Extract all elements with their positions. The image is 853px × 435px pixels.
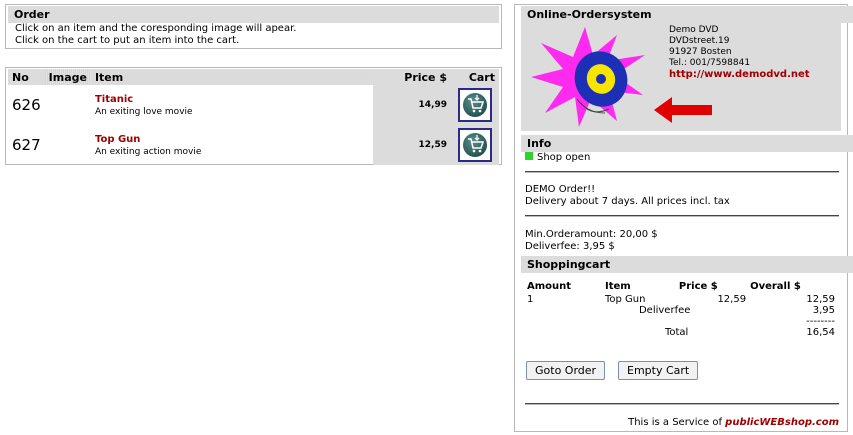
order-title: Order: [8, 6, 499, 23]
dvd-logo-icon: [531, 27, 645, 127]
shop-info-panel: Online-Ordersystem Demo DVD DVDstreet.19…: [514, 4, 853, 432]
instruction-line-1: Click on an item and the coresponding im…: [15, 23, 297, 34]
cart-row: 1 Top Gun 12,59 12,59: [525, 294, 837, 305]
footer-credit: This is a Service of publicWEBshop.com: [525, 417, 839, 428]
col-cart: Cart: [468, 70, 495, 84]
shop-status-text: Shop open: [537, 152, 591, 163]
delivery-notice: Delivery about 7 days. All prices incl. …: [525, 196, 730, 207]
cart-separator-row: --------: [525, 316, 837, 327]
company-address: Demo DVD DVDstreet.19 91927 Bosten Tel.:…: [669, 25, 810, 80]
order-instructions-panel: Order Click on an item and the corespond…: [5, 4, 502, 49]
cart-total-value: 16,54: [806, 327, 835, 338]
brand-part-3: shop.com: [784, 417, 839, 428]
item-number: 626: [12, 96, 41, 114]
company-phone: Tel.: 001/7598841: [669, 58, 751, 68]
col-image: Image: [48, 70, 87, 84]
cart-amount: 1: [527, 294, 534, 305]
cart-item-price: 12,59: [717, 294, 747, 305]
col-item: Item: [94, 70, 124, 84]
item-name-link[interactable]: Titanic: [95, 93, 369, 106]
cart-header: Amount Item Price $ Overall $: [525, 278, 837, 294]
cart-deliverfee-value: 3,95: [812, 305, 835, 316]
divider: [525, 215, 839, 217]
company-street: DVDstreet.19: [669, 36, 730, 46]
shop-title: Online-Ordersystem: [521, 6, 853, 23]
item-cell[interactable]: Top Gun An exiting action movie: [91, 125, 373, 165]
add-to-cart-cell: [451, 85, 499, 125]
company-name: Demo DVD: [669, 25, 719, 35]
add-to-cart-button[interactable]: [458, 128, 492, 162]
shop-status: Shop open: [525, 152, 590, 164]
goto-order-button[interactable]: Goto Order: [526, 361, 606, 380]
col-price: Price $: [404, 70, 447, 84]
divider: [525, 403, 839, 405]
cart-glyph: [468, 135, 485, 153]
empty-cart-button[interactable]: Empty Cart: [618, 361, 699, 380]
demo-notice: DEMO Order!!: [525, 184, 596, 195]
add-to-cart-button[interactable]: [458, 88, 492, 122]
min-order-amount: Min.Orderamount: 20,00 $: [525, 229, 658, 240]
cart-total-row: Total 16,54: [525, 327, 837, 338]
deliver-fee: Deliverfee: 3,95 $: [525, 241, 615, 252]
item-price: 12,59: [373, 125, 451, 165]
divider: [525, 171, 839, 173]
product-table-header: No Image Item Price $ Cart: [8, 69, 499, 85]
brand-part-1: public: [725, 417, 760, 428]
table-row[interactable]: 626 Titanic An exiting love movie 14,99: [8, 85, 499, 125]
shoppingcart-title: Shoppingcart: [521, 256, 853, 273]
cart-item-name: Top Gun: [604, 294, 646, 305]
info-title: Info: [521, 135, 853, 152]
item-description: An exiting love movie: [94, 106, 193, 117]
table-row[interactable]: 627 Top Gun An exiting action movie 12,5…: [8, 125, 499, 165]
col-cart-price: Price $: [678, 280, 718, 292]
cart-item-overall: 12,59: [806, 294, 835, 305]
item-name-link[interactable]: Top Gun: [95, 133, 369, 146]
add-to-cart-cell: [451, 125, 499, 165]
cart-deliverfee-row: Deliverfee 3,95: [525, 305, 837, 316]
green-status-icon: [525, 152, 533, 160]
item-image[interactable]: [45, 85, 91, 125]
item-number: 627: [12, 136, 41, 154]
red-arrow-icon: [654, 97, 712, 123]
cart-deliverfee-label: Deliverfee: [638, 305, 691, 316]
cart-total-label: Total: [664, 327, 689, 338]
footer-prefix: This is a Service of: [628, 417, 722, 428]
col-amount: Amount: [527, 280, 572, 292]
product-table: No Image Item Price $ Cart 626 Titanic A…: [8, 69, 499, 165]
item-description: An exiting action movie: [94, 146, 202, 157]
instruction-line-2: Click on the cart to put an item into th…: [15, 35, 240, 46]
item-image[interactable]: [45, 125, 91, 165]
item-price: 14,99: [373, 85, 451, 125]
col-cart-item: Item: [604, 280, 631, 292]
company-city: 91927 Bosten: [669, 47, 732, 57]
col-no: No: [12, 70, 29, 84]
brand-part-2: WEB: [759, 417, 785, 428]
footer-brand-link[interactable]: publicWEBshop.com: [725, 417, 839, 428]
cart-glyph: [468, 95, 485, 113]
item-cell[interactable]: Titanic An exiting love movie: [91, 85, 373, 125]
col-overall: Overall $: [750, 280, 801, 292]
product-list-panel: No Image Item Price $ Cart 626 Titanic A…: [5, 67, 502, 165]
shoppingcart-table: Amount Item Price $ Overall $ 1 Top Gun …: [525, 278, 837, 339]
company-url-link[interactable]: http://www.demodvd.net: [669, 69, 810, 80]
cart-separator: --------: [806, 316, 835, 327]
